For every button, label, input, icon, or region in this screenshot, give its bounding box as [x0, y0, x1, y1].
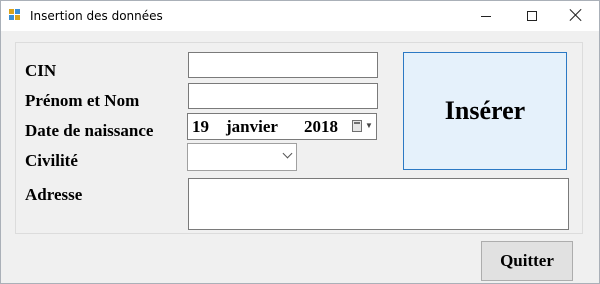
date-month[interactable]: janvier [226, 117, 278, 137]
date-picker[interactable]: 19 janvier 2018 ▼ [187, 113, 377, 140]
title-bar[interactable]: Insertion des données [1, 1, 599, 31]
app-icon [9, 9, 23, 22]
app-window: Insertion des données CIN Prénom et Nom … [0, 0, 600, 284]
date-day[interactable]: 19 [192, 117, 209, 137]
date-naissance-label: Date de naissance [25, 121, 154, 140]
chevron-down-icon[interactable]: ▼ [365, 121, 373, 130]
minimize-button[interactable] [463, 1, 509, 31]
window-title: Insertion des données [30, 9, 163, 23]
quit-button[interactable]: Quitter [481, 241, 573, 281]
civilite-label: Civilité [25, 151, 78, 170]
cin-input[interactable] [188, 52, 378, 78]
close-button[interactable] [553, 1, 599, 31]
maximize-button[interactable] [509, 1, 555, 31]
adresse-label: Adresse [25, 185, 83, 204]
chevron-down-icon [282, 148, 293, 159]
maximize-icon [527, 11, 537, 21]
adresse-input[interactable] [188, 178, 569, 230]
prenom-nom-label: Prénom et Nom [25, 91, 140, 110]
cin-label: CIN [25, 61, 57, 80]
civilite-select[interactable] [187, 143, 297, 171]
insert-button[interactable]: Insérer [403, 52, 567, 170]
calendar-icon[interactable] [352, 120, 362, 132]
prenom-nom-input[interactable] [188, 83, 378, 109]
date-year[interactable]: 2018 [304, 117, 338, 137]
minimize-icon [481, 16, 491, 17]
close-icon [569, 8, 583, 22]
